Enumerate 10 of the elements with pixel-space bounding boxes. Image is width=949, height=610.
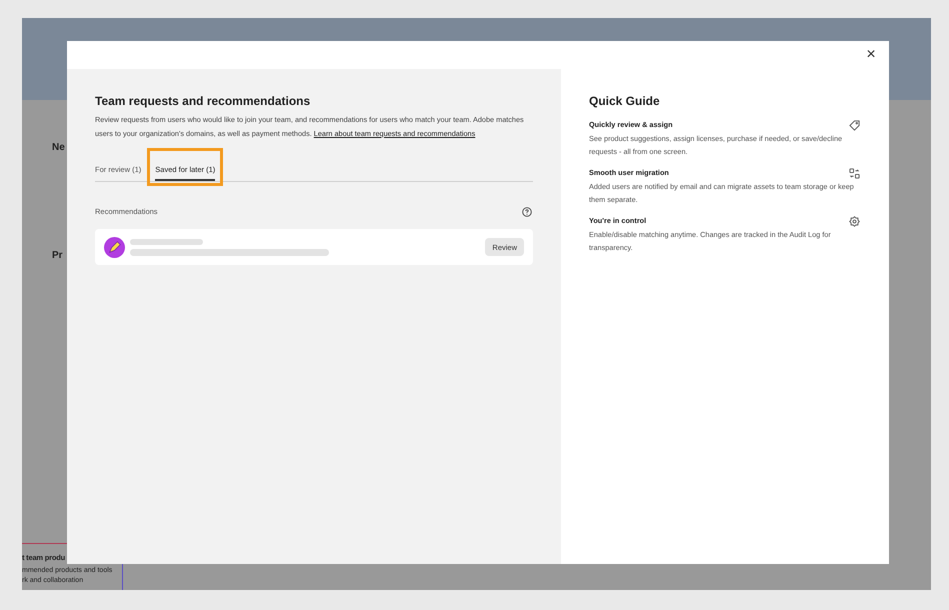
tag-icon — [849, 120, 860, 130]
settings-icon — [849, 216, 860, 226]
avatar-icon — [104, 236, 125, 258]
guide-title: Quick Guide — [589, 93, 661, 109]
section-heading: Ne — [52, 141, 66, 155]
swap-icon — [849, 168, 860, 178]
close-button[interactable]: × — [863, 47, 879, 63]
dialog-title: Team requests and recommendations — [95, 93, 312, 109]
section-heading: Pr — [52, 249, 64, 263]
help-icon[interactable] — [522, 206, 532, 217]
